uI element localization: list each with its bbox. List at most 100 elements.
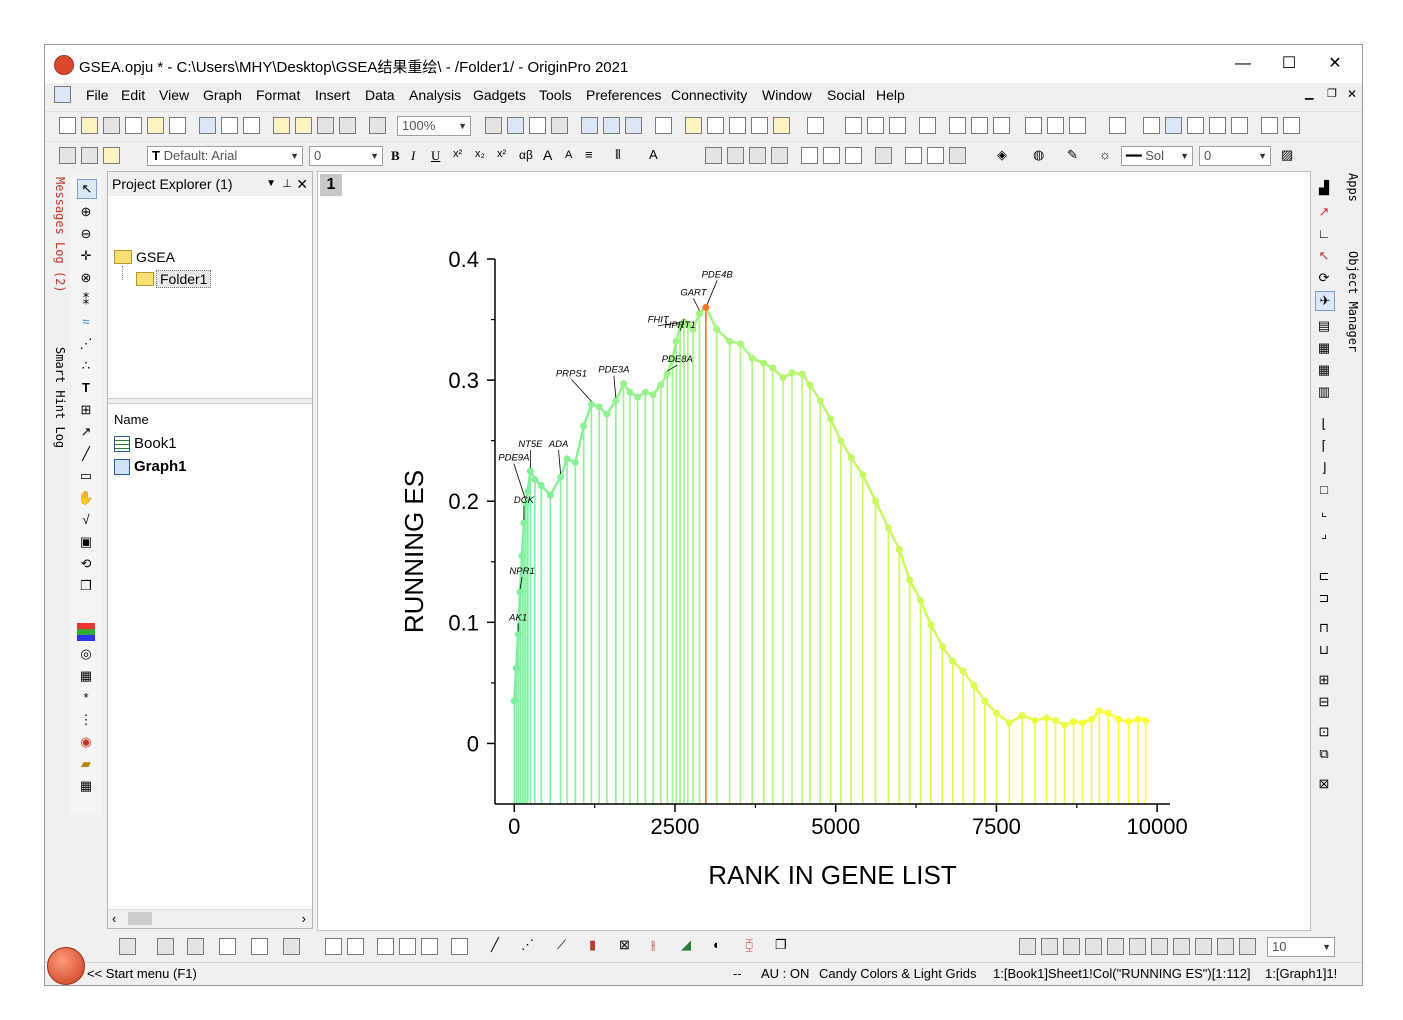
x-column-icon[interactable] <box>1143 117 1160 134</box>
new-matrix-icon[interactable] <box>125 117 142 134</box>
axis-ticks-icon[interactable]: ⌞ <box>1315 503 1333 521</box>
arrange-icon[interactable] <box>1239 938 1256 955</box>
scroll-left-icon[interactable]: ‹ <box>112 911 116 926</box>
screen-reader-icon[interactable] <box>707 117 724 134</box>
copy-format-icon[interactable] <box>927 147 944 164</box>
data-selector-icon[interactable] <box>729 117 746 134</box>
save-template-icon[interactable] <box>339 117 356 134</box>
list-item-book1[interactable]: Book1 <box>134 435 177 452</box>
ungroup-icon[interactable] <box>1173 938 1190 955</box>
start-menu-label[interactable]: << Start menu (F1) <box>87 966 197 981</box>
sort-icon[interactable] <box>889 117 906 134</box>
group-icon[interactable]: ⊠ <box>1315 775 1333 793</box>
zoom-in-icon[interactable]: ⊕ <box>77 203 95 221</box>
menu-origin-icon[interactable] <box>54 86 71 103</box>
plot-surface-icon[interactable] <box>283 938 300 955</box>
rotate-object-icon[interactable] <box>1195 938 1212 955</box>
supersubscript-icon[interactable]: x² <box>497 148 506 160</box>
center-horizontal-icon[interactable]: ⊞ <box>1315 671 1333 689</box>
menu-window[interactable]: Window <box>762 87 812 103</box>
y-column-icon[interactable] <box>1165 117 1182 134</box>
plot-line-symbol-icon[interactable]: ⟋ <box>557 937 566 953</box>
plot-heatmap-icon[interactable] <box>219 938 236 955</box>
align-icon[interactable]: ≡ <box>585 147 593 162</box>
split-icon[interactable] <box>823 147 840 164</box>
menu-connectivity[interactable]: Connectivity <box>671 87 747 103</box>
front-icon[interactable] <box>1107 938 1124 955</box>
settings-gear-icon[interactable] <box>773 117 790 134</box>
messages-log-tab[interactable]: Messages Log (2) <box>47 177 67 293</box>
close-panel-icon[interactable]: ✕ <box>296 172 308 196</box>
plot-box-icon[interactable]: ⊠ <box>619 937 630 953</box>
menu-file[interactable]: File <box>86 87 109 103</box>
axis-box-icon[interactable]: □ <box>1315 481 1333 499</box>
z-column-icon[interactable] <box>1187 117 1204 134</box>
tree-root-gsea[interactable]: GSEA <box>136 249 175 265</box>
unstack-icon[interactable] <box>845 147 862 164</box>
insert-image-icon[interactable]: ⊞ <box>77 401 95 419</box>
line-tool-icon[interactable]: ╱ <box>77 445 95 463</box>
superscript-icon[interactable]: x² <box>453 148 462 160</box>
plot-3d-icon[interactable] <box>119 938 136 955</box>
size-combo[interactable]: 10 ▼ <box>1267 937 1335 957</box>
column-align-icon[interactable]: ⦀ <box>615 147 621 163</box>
scroll-thumb[interactable] <box>128 912 152 925</box>
duplicate-icon[interactable] <box>507 117 524 134</box>
menu-analysis[interactable]: Analysis <box>409 87 461 103</box>
start-menu-icon[interactable] <box>47 947 85 985</box>
underline-icon[interactable]: U <box>431 148 440 164</box>
axis-top-icon[interactable]: ⌈ <box>1315 437 1333 455</box>
new-project-icon[interactable] <box>59 117 76 134</box>
recalculate-icon[interactable] <box>369 117 386 134</box>
previous-icon[interactable] <box>1283 117 1300 134</box>
plot-contour-icon[interactable] <box>251 938 268 955</box>
move-up-icon[interactable] <box>1063 938 1080 955</box>
code-builder-icon[interactable] <box>551 117 568 134</box>
menu-preferences[interactable]: Preferences <box>586 87 661 103</box>
line-width-combo[interactable]: 0 ▼ <box>1199 146 1271 166</box>
back-icon[interactable] <box>1129 938 1146 955</box>
distribute-icon[interactable]: ⊡ <box>1315 723 1333 741</box>
data-reader-icon[interactable] <box>685 117 702 134</box>
align-left-icon[interactable]: ⊏ <box>1315 567 1333 585</box>
grid-icon[interactable]: ▦ <box>77 777 95 795</box>
refresh-graph-icon[interactable]: ⟳ <box>1315 269 1333 287</box>
list-header-name[interactable]: Name <box>114 412 149 427</box>
reapply-filter-icon[interactable] <box>1069 117 1086 134</box>
font-size-combo[interactable]: 0 ▼ <box>309 146 383 166</box>
save-icon[interactable] <box>317 117 334 134</box>
tree-folder1[interactable]: Folder1 <box>156 270 212 288</box>
flip-icon[interactable] <box>1217 938 1234 955</box>
mdi-minimize-icon[interactable]: ▁ <box>1305 87 1313 100</box>
copy-icon[interactable] <box>81 147 98 164</box>
smart-hint-log-tab[interactable]: Smart Hint Log <box>47 347 67 448</box>
plot-mask-icon[interactable] <box>377 938 394 955</box>
font-combo[interactable]: T Default: Arial ▼ <box>147 146 303 166</box>
arrange-layers-icon[interactable]: ▦ <box>1315 339 1333 357</box>
menu-data[interactable]: Data <box>365 87 395 103</box>
set-as-x-icon[interactable] <box>1109 117 1126 134</box>
maximize-button[interactable]: ☐ <box>1266 51 1312 77</box>
search-globe-icon[interactable]: ◉ <box>77 733 95 751</box>
open-icon[interactable] <box>273 117 290 134</box>
horizontal-scrollbar[interactable]: ‹ › <box>108 909 312 928</box>
hatch-pattern-icon[interactable]: ▨ <box>1281 147 1293 163</box>
menu-help[interactable]: Help <box>876 87 905 103</box>
menu-tools[interactable]: Tools <box>539 87 572 103</box>
same-size-icon[interactable]: ⧉ <box>1315 745 1333 763</box>
none-column-icon[interactable] <box>1231 117 1248 134</box>
regional-data-selector-icon[interactable]: ≈ <box>77 313 95 331</box>
align-top-icon[interactable]: ⊓ <box>1315 619 1333 637</box>
results-log-icon[interactable] <box>603 117 620 134</box>
scale-in-icon[interactable]: ⋰ <box>77 335 95 353</box>
new-folder-icon[interactable] <box>81 117 98 134</box>
insert-row-icon[interactable] <box>705 147 722 164</box>
align-bottom-icon[interactable]: ⊔ <box>1315 641 1333 659</box>
box-chart-icon[interactable] <box>993 117 1010 134</box>
plot-face-icon[interactable] <box>325 938 342 955</box>
plot-area-chart-icon[interactable]: ◢ <box>681 937 691 953</box>
open-template-icon[interactable] <box>295 117 312 134</box>
mdi-restore-icon[interactable]: ❐ <box>1327 87 1337 100</box>
new-graph-icon[interactable] <box>147 117 164 134</box>
y-error-icon[interactable] <box>1209 117 1226 134</box>
